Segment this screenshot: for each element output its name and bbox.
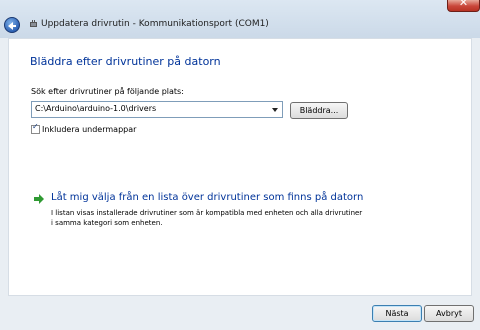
description-line-1: I listan visas installerade drivrutiner … <box>51 209 363 217</box>
close-icon: ✕ <box>458 0 469 9</box>
path-combobox[interactable]: C:\Arduino\arduino-1.0\drivers <box>31 101 283 118</box>
browse-button[interactable]: Bläddra... <box>290 102 348 119</box>
include-subfolders-label[interactable]: Inkludera undermappar <box>42 125 136 134</box>
pick-from-list-description: I listan visas installerade drivrutiner … <box>51 208 362 228</box>
pick-from-list-link[interactable]: Låt mig välja från en lista över drivrut… <box>51 192 363 203</box>
device-chip-icon <box>29 20 38 29</box>
chevron-down-icon[interactable] <box>268 102 282 117</box>
description-line-2: i samma kategori som enheten. <box>51 219 163 227</box>
content-panel <box>8 38 472 296</box>
close-button[interactable]: ✕ <box>447 0 480 12</box>
checkmark-icon: ✓ <box>32 122 39 131</box>
include-subfolders-checkbox[interactable]: ✓ <box>31 122 40 134</box>
page-heading: Bläddra efter drivrutiner på datorn <box>30 55 221 68</box>
search-location-label: Sök efter drivrutiner på följande plats: <box>31 87 184 96</box>
next-button[interactable]: Nästa <box>372 305 422 322</box>
green-arrow-icon <box>34 194 44 204</box>
cancel-button[interactable]: Avbryt <box>424 305 474 322</box>
path-input-value[interactable]: C:\Arduino\arduino-1.0\drivers <box>35 104 156 113</box>
window-titlebar: ✕ Uppdatera drivrutin - Kommunikationspo… <box>0 0 480 38</box>
window-title: Uppdatera drivrutin - Kommunikationsport… <box>41 19 269 29</box>
back-arrow-icon[interactable] <box>4 17 20 33</box>
